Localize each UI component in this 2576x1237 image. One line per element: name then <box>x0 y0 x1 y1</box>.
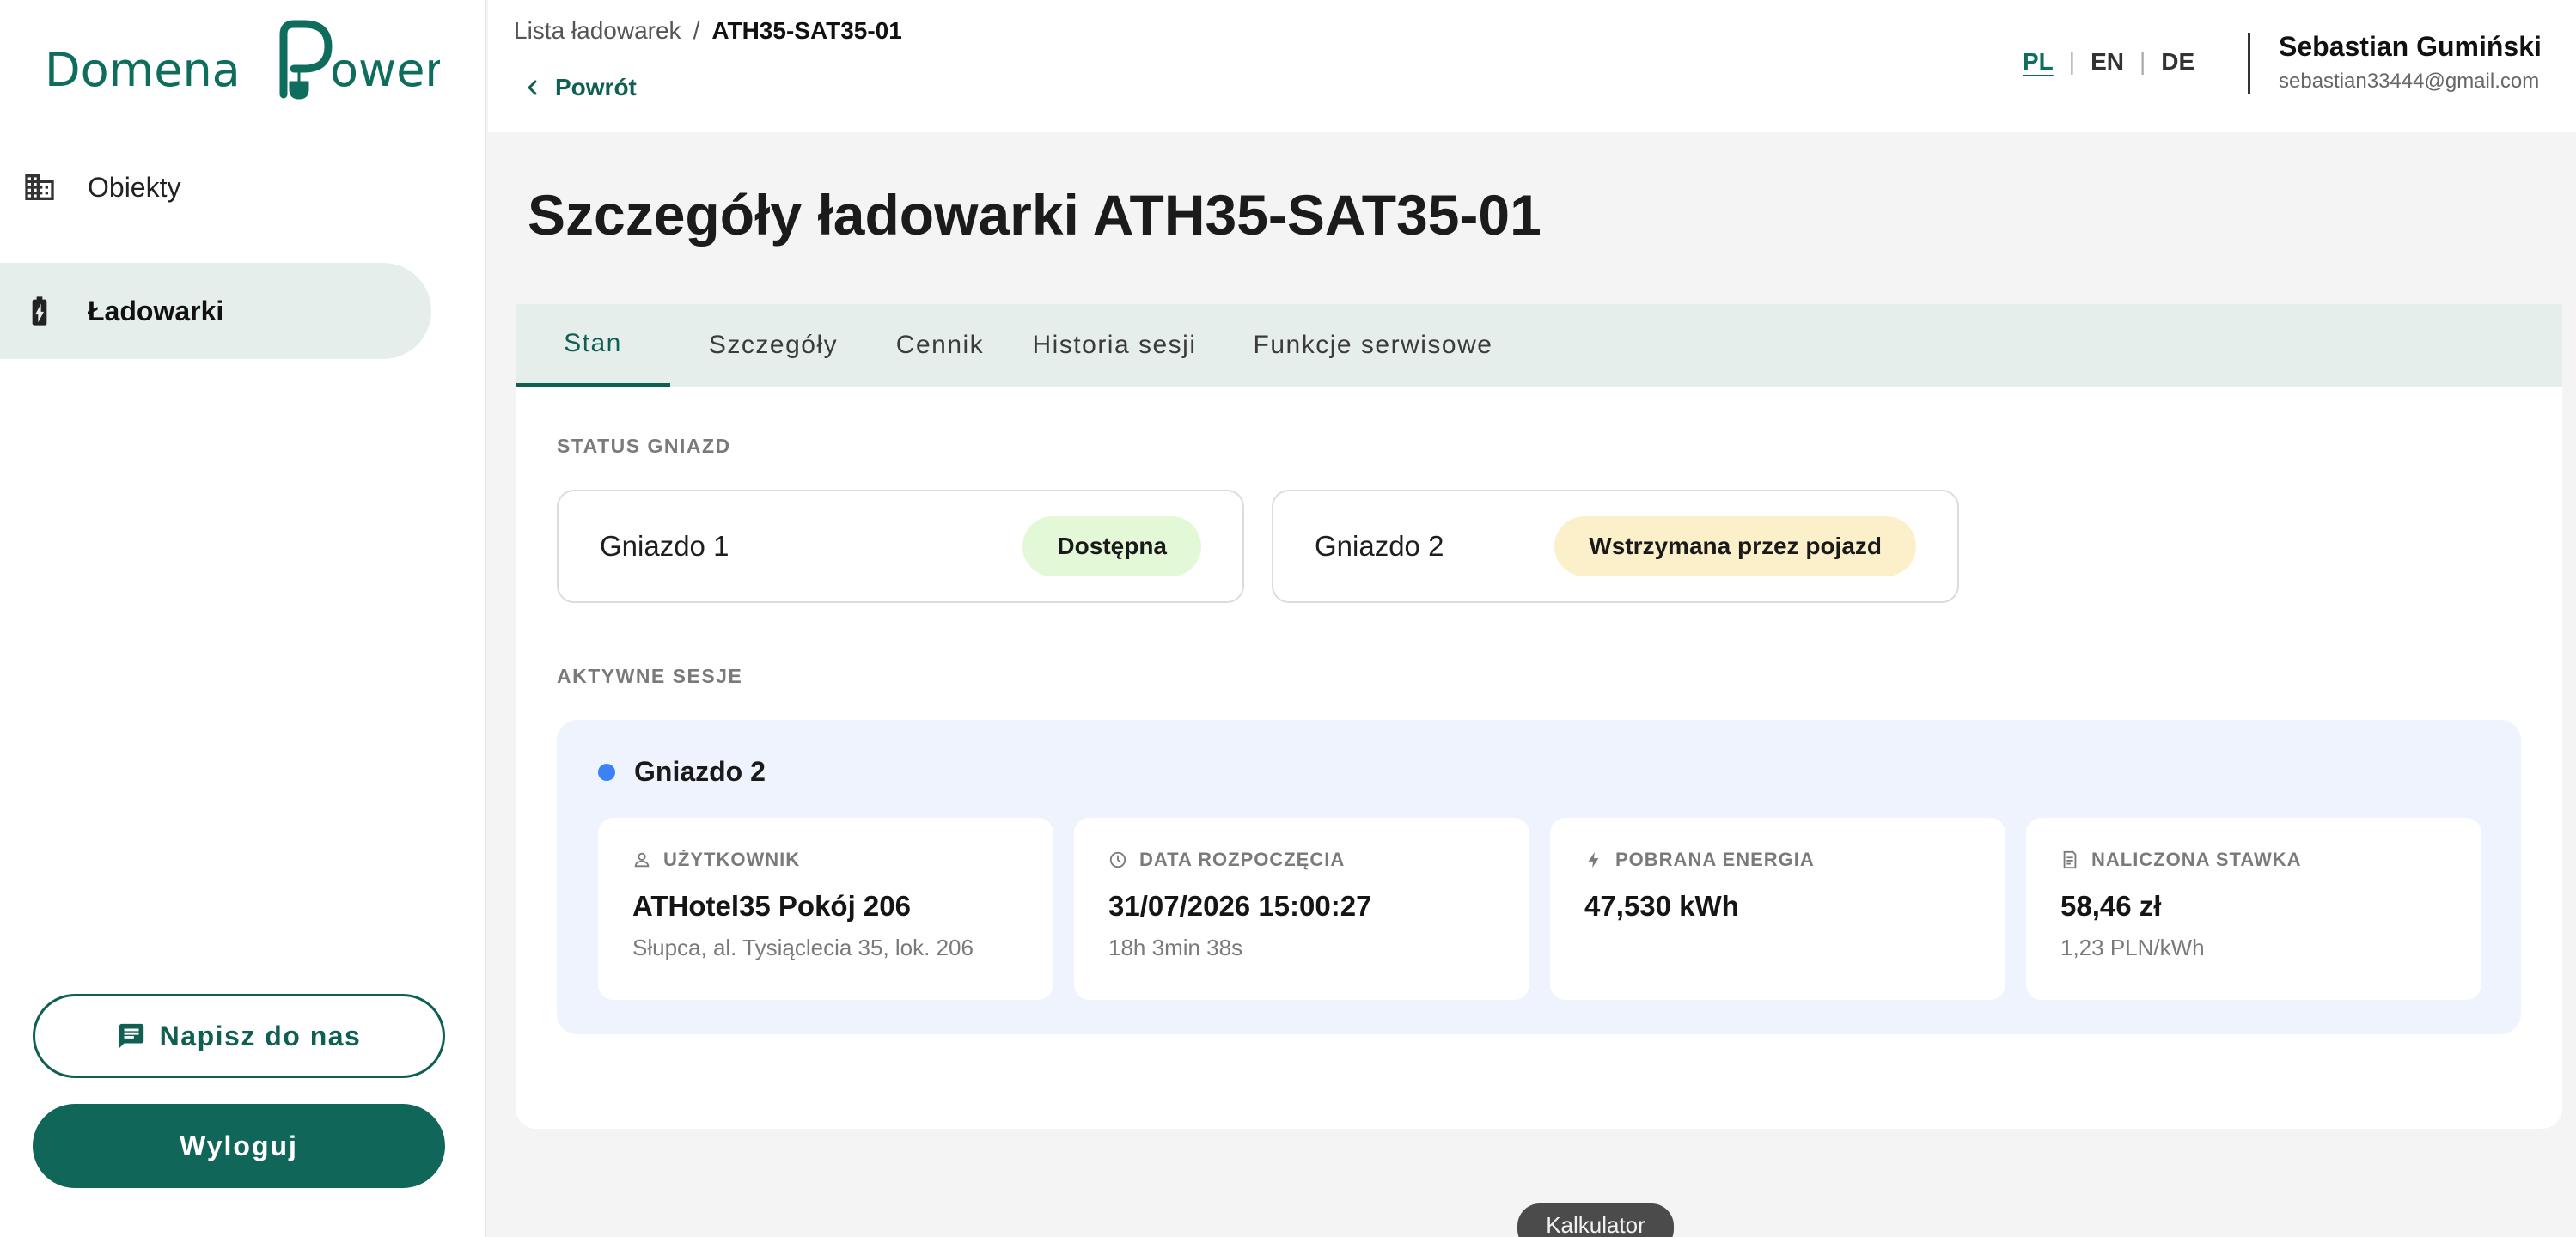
clock-icon <box>1109 851 1126 868</box>
sidebar-item-label: Ładowarki <box>88 295 224 326</box>
receipt-icon <box>2063 850 2077 869</box>
tile-value: 31/07/2026 15:00:27 <box>1108 890 1372 922</box>
charger-details-card: Stan Szczegóły Cennik Historia sesji Fun… <box>516 304 2562 1129</box>
language-en[interactable]: EN <box>2075 48 2140 76</box>
socket-card-2: Gniazdo 2 Wstrzymana przez pojazd <box>1272 490 1959 603</box>
user-icon <box>634 852 650 868</box>
tab-status[interactable]: Stan <box>516 304 670 387</box>
language-separator: | <box>2068 48 2076 75</box>
tile-label: NALICZONA STAWKA <box>2060 849 2447 871</box>
page-title: Szczegóły ładowarki ATH35-SAT35-01 <box>528 183 1541 247</box>
session-tile-user: UŻYTKOWNIK ATHotel35 Pokój 206 Słupca, a… <box>598 818 1053 1000</box>
status-badge: Dostępna <box>1022 516 1201 576</box>
sidebar-item-objects[interactable]: Obiekty <box>0 139 431 235</box>
back-link-label: Powrót <box>555 74 637 101</box>
sidebar: Domena ower Obiekty Ładowarki Napisz do … <box>0 0 486 1237</box>
bolt-icon <box>1588 851 1599 868</box>
user-info[interactable]: Sebastian Gumiński sebastian33444@gmail.… <box>2279 31 2542 94</box>
chat-icon <box>119 1023 143 1049</box>
user-divider <box>2248 33 2250 94</box>
tile-value: ATHotel35 Pokój 206 <box>632 890 911 922</box>
active-session-card: Gniazdo 2 UŻYTKOWNIK ATHotel35 Pokój 206… <box>557 720 2521 1034</box>
socket-name: Gniazdo 1 <box>600 530 729 562</box>
chevron-left-icon <box>528 80 537 95</box>
sessions-heading: AKTYWNE SESJE <box>557 665 743 687</box>
contact-button[interactable]: Napisz do nas <box>33 994 445 1078</box>
session-tile-start-date: DATA ROZPOCZĘCIA 31/07/2026 15:00:27 18h… <box>1074 818 1529 1000</box>
sockets-heading: STATUS GNIAZD <box>557 435 731 457</box>
tile-sub: 18h 3min 38s <box>1108 935 1243 960</box>
svg-text:Domena: Domena <box>45 43 241 97</box>
language-separator: | <box>2139 48 2146 75</box>
calculator-button[interactable]: Kalkulator <box>1517 1203 1674 1237</box>
logout-button-label: Wyloguj <box>180 1130 298 1161</box>
breadcrumb: Lista ładowarek / ATH35-SAT35-01 <box>514 17 902 45</box>
tile-label: POBRANA ENERGIA <box>1584 849 1971 871</box>
tile-label: UŻYTKOWNIK <box>632 849 1019 871</box>
session-active-dot <box>598 763 615 781</box>
tile-sub: 1,23 PLN/kWh <box>2060 935 2205 960</box>
contact-button-label: Napisz do nas <box>159 1020 362 1051</box>
building-icon <box>21 168 58 206</box>
socket-card-1: Gniazdo 1 Dostępna <box>557 490 1244 603</box>
tab-service-functions[interactable]: Funkcje serwisowe <box>1225 304 1521 387</box>
top-bar: Lista ładowarek / ATH35-SAT35-01 Powrót … <box>488 0 2576 132</box>
session-socket-name: Gniazdo 2 <box>634 756 766 787</box>
session-tile-energy: POBRANA ENERGIA 47,530 kWh <box>1550 818 2005 1000</box>
session-tile-charge: NALICZONA STAWKA 58,46 zł 1,23 PLN/kWh <box>2026 818 2481 1000</box>
charger-icon <box>21 292 58 330</box>
logout-button[interactable]: Wyloguj <box>33 1104 445 1188</box>
svg-text:ower: ower <box>330 43 440 97</box>
language-de[interactable]: DE <box>2146 48 2210 76</box>
tab-pricing[interactable]: Cennik <box>876 304 1004 387</box>
language-pl[interactable]: PL <box>2007 48 2069 76</box>
breadcrumb-separator: / <box>693 17 700 44</box>
domena-power-logo[interactable]: Domena ower <box>45 17 440 112</box>
sidebar-item-label: Obiekty <box>88 171 181 203</box>
tab-bar: Stan Szczegóły Cennik Historia sesji Fun… <box>516 304 2562 387</box>
breadcrumb-parent[interactable]: Lista ładowarek <box>514 17 681 45</box>
tile-sub: Słupca, al. Tysiąclecia 35, lok. 206 <box>632 935 974 960</box>
back-link[interactable]: Powrót <box>522 74 637 101</box>
tab-details[interactable]: Szczegóły <box>670 304 876 387</box>
sidebar-item-chargers[interactable]: Ładowarki <box>0 263 431 359</box>
user-email: sebastian33444@gmail.com <box>2279 70 2540 93</box>
tile-value: 58,46 zł <box>2060 890 2162 922</box>
tile-value: 47,530 kWh <box>1584 890 1739 922</box>
breadcrumb-current: ATH35-SAT35-01 <box>711 17 902 44</box>
tab-session-history[interactable]: Historia sesji <box>1004 304 1225 387</box>
session-header: Gniazdo 2 <box>598 756 766 788</box>
socket-name: Gniazdo 2 <box>1315 530 1444 562</box>
user-name: Sebastian Gumiński <box>2279 31 2542 62</box>
tile-label: DATA ROZPOCZĘCIA <box>1108 849 1495 871</box>
status-badge: Wstrzymana przez pojazd <box>1554 516 1916 576</box>
language-switcher: PL | EN | DE <box>2007 48 2210 76</box>
